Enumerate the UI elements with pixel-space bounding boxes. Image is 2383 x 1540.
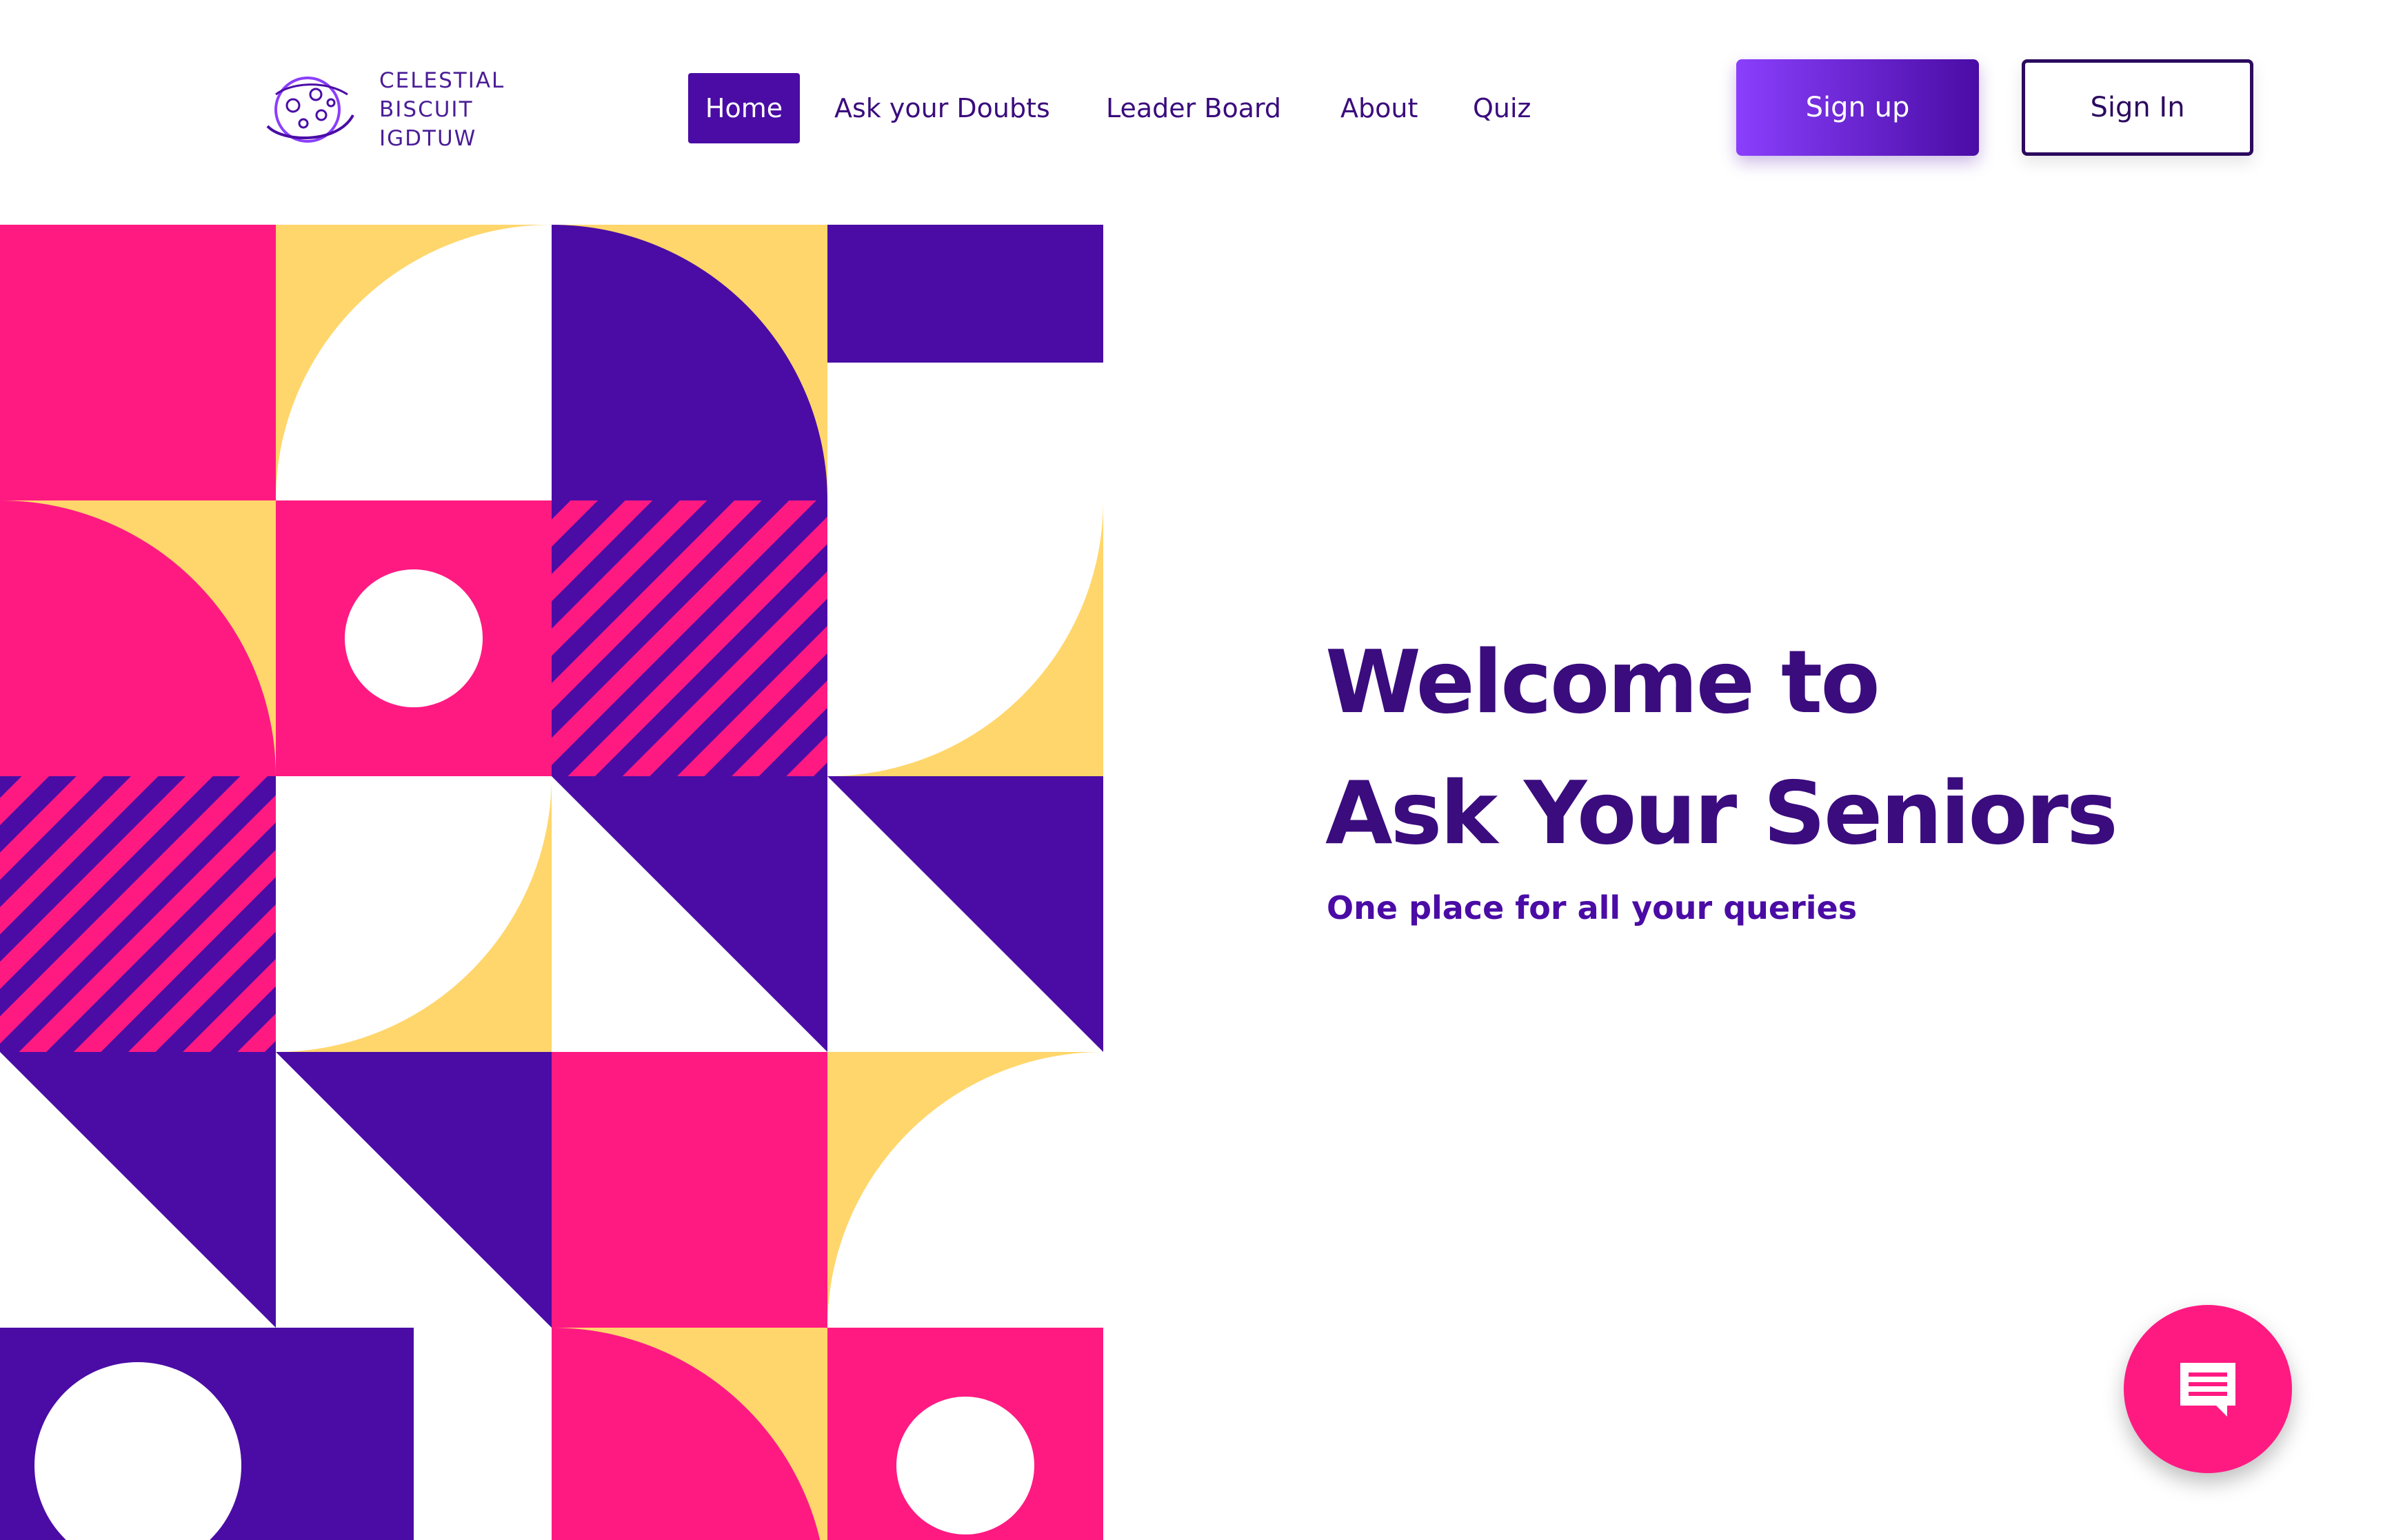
tile-striped-2 [0, 776, 276, 1052]
hero-illustration [0, 225, 1103, 1540]
planet-icon [266, 77, 354, 143]
tile-white-circle [345, 569, 483, 707]
tile-white [827, 363, 1103, 500]
nav-home[interactable]: Home [688, 73, 800, 143]
tile-purple-bar [827, 225, 1103, 363]
nav-leader-board[interactable]: Leader Board [1106, 73, 1281, 143]
brand-logo[interactable]: CELESTIAL BISCUIT IGDTUW [262, 66, 505, 153]
sign-in-button[interactable]: Sign In [2022, 59, 2253, 156]
tile-striped [552, 500, 827, 776]
brand-line-1: CELESTIAL [379, 68, 505, 93]
hero-subtitle: One place for all your queries [1327, 889, 1858, 926]
hero-title: Welcome to Ask Your Seniors [1325, 617, 2118, 879]
brand-line-2: BISCUIT [379, 97, 474, 122]
sign-up-button[interactable]: Sign up [1736, 59, 1979, 156]
hero-title-line-2: Ask Your Seniors [1325, 762, 2118, 864]
hero-title-line-1: Welcome to [1325, 631, 1880, 733]
nav-ask-your-doubts[interactable]: Ask your Doubts [834, 73, 1050, 143]
page: CELESTIAL BISCUIT IGDTUW Home Ask your D… [0, 0, 2383, 1540]
nav-quiz[interactable]: Quiz [1473, 73, 1531, 143]
tile-white-circle-3 [896, 1397, 1034, 1534]
nav-about[interactable]: About [1340, 73, 1418, 143]
tile-pink-square-2 [552, 1052, 827, 1328]
tile-white-6 [414, 1328, 552, 1540]
brand-name: CELESTIAL BISCUIT IGDTUW [379, 66, 505, 153]
chat-bubble-icon [2180, 1363, 2235, 1417]
brand-line-3: IGDTUW [379, 126, 477, 151]
tile-pink-square [0, 225, 276, 500]
chat-button[interactable] [2124, 1305, 2292, 1473]
